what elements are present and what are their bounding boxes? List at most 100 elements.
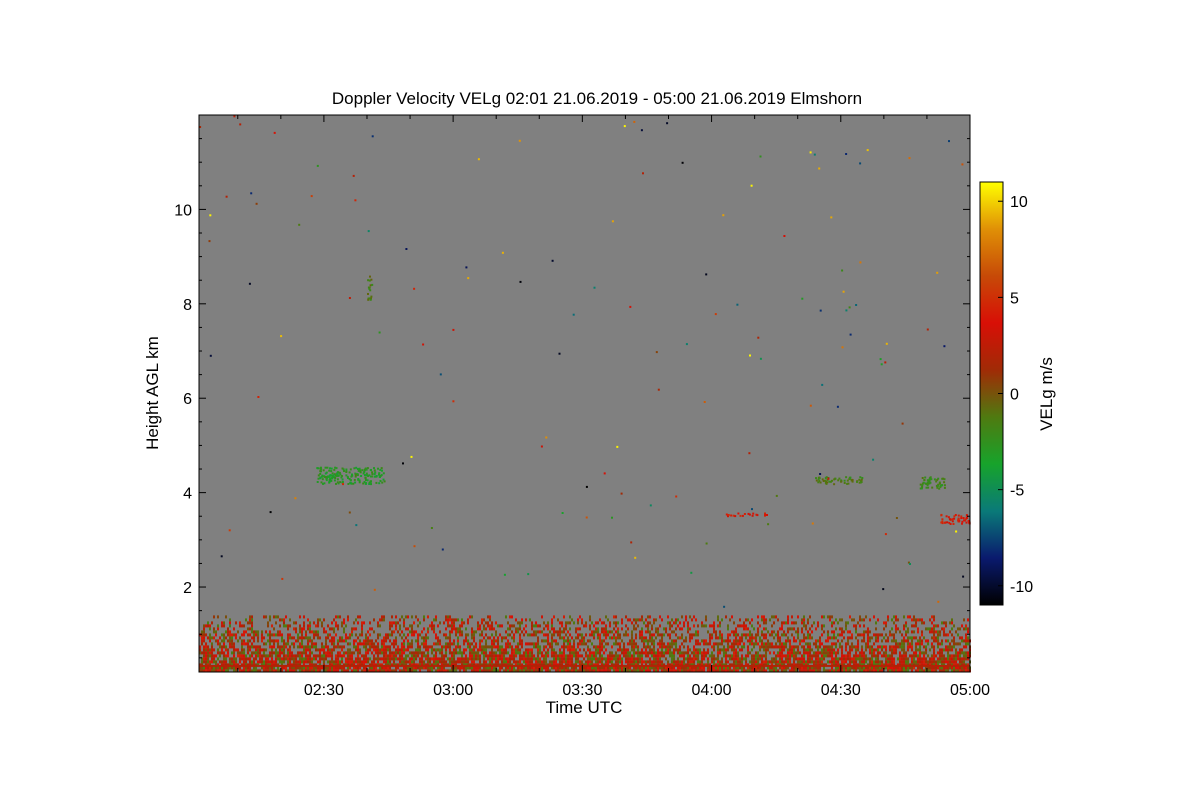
heatmap-cell [855,630,857,634]
heatmap-cell [321,642,323,646]
heatmap-cell [557,630,559,634]
heatmap-cell [927,654,929,658]
heatmap-cell [417,642,419,646]
heatmap-cell [607,618,609,622]
heatmap-cell [925,648,927,652]
heatmap-cell [959,651,961,655]
heatmap-cell [965,624,967,628]
heatmap-cell [753,654,755,658]
heatmap-cell [777,618,779,622]
heatmap-cell [743,624,745,628]
heatmap-cell [809,151,812,154]
heatmap-cell [637,660,639,664]
heatmap-cell [919,636,921,640]
heatmap-cell [325,657,327,661]
heatmap-cell [655,627,657,631]
heatmap-cell [289,624,291,628]
heatmap-cell [519,636,521,640]
heatmap-cell [227,651,229,655]
heatmap-cell [735,651,737,655]
heatmap-cell [649,636,651,640]
heatmap-cell [559,627,561,631]
heatmap-cell [417,633,419,637]
heatmap-cell [917,642,919,646]
heatmap-cell [961,651,963,655]
heatmap-cell [669,651,671,655]
heatmap-cell [807,660,809,664]
heatmap-cell [845,645,847,649]
heatmap-cell [717,645,719,649]
heatmap-cell [399,633,401,637]
heatmap-cell [461,624,463,628]
heatmap-cell [497,648,499,652]
heatmap-cell [673,648,675,652]
heatmap-cell [771,642,773,646]
heatmap-cell [940,513,943,516]
heatmap-cell [415,630,417,634]
heatmap-cell [521,618,523,622]
heatmap-cell [293,642,295,646]
heatmap-cell [479,645,481,649]
heatmap-cell [363,621,365,625]
heatmap-cell [867,636,869,640]
heatmap-cell [391,642,393,646]
heatmap-cell [235,633,237,637]
heatmap-cell [769,651,771,655]
heatmap-cell [371,660,373,664]
heatmap-cell [725,648,727,652]
heatmap-cell [298,223,301,226]
heatmap-cell [485,648,487,652]
heatmap-cell [821,648,823,652]
heatmap-cell [965,639,967,643]
heatmap-cell [591,651,593,655]
heatmap-cell [417,648,419,652]
heatmap-cell [907,642,909,646]
heatmap-cell [307,654,309,658]
heatmap-cell [633,627,635,631]
heatmap-cell [847,621,849,625]
heatmap-cell [819,481,822,484]
heatmap-cell [847,657,849,661]
heatmap-cell [655,636,657,640]
heatmap-cell [797,630,799,634]
heatmap-cell [855,660,857,664]
heatmap-cell [845,642,847,646]
heatmap-cell [443,660,445,664]
heatmap-cell [531,642,533,646]
heatmap-cell [415,657,417,661]
heatmap-cell [727,514,730,516]
heatmap-cell [309,654,311,658]
heatmap-cell [921,642,923,646]
heatmap-cell [929,648,931,652]
heatmap-cell [635,660,637,664]
heatmap-cell [793,639,795,643]
heatmap-cell [875,657,877,661]
heatmap-cell [219,645,221,649]
heatmap-cell [693,657,695,661]
heatmap-cell [277,657,279,661]
heatmap-cell [908,157,911,160]
heatmap-cell [435,636,437,640]
heatmap-cell [457,651,459,655]
heatmap-cell [481,648,483,652]
heatmap-cell [281,618,283,622]
heatmap-cell [323,630,325,634]
heatmap-cell [741,657,743,661]
heatmap-cell [601,627,603,631]
heatmap-cell [219,651,221,655]
heatmap-cell [378,482,381,485]
heatmap-cell [839,633,841,637]
heatmap-cell [199,664,970,667]
heatmap-cell [713,654,715,658]
heatmap-cell [719,660,721,664]
heatmap-cell [727,633,729,637]
heatmap-cell [709,639,711,643]
heatmap-cell [945,515,948,518]
heatmap-cell [785,642,787,646]
heatmap-cell [695,639,697,643]
heatmap-cell [423,660,425,664]
heatmap-cell [283,621,285,625]
heatmap-cell [373,467,375,470]
heatmap-cell [657,651,659,655]
heatmap-cell [759,654,761,658]
